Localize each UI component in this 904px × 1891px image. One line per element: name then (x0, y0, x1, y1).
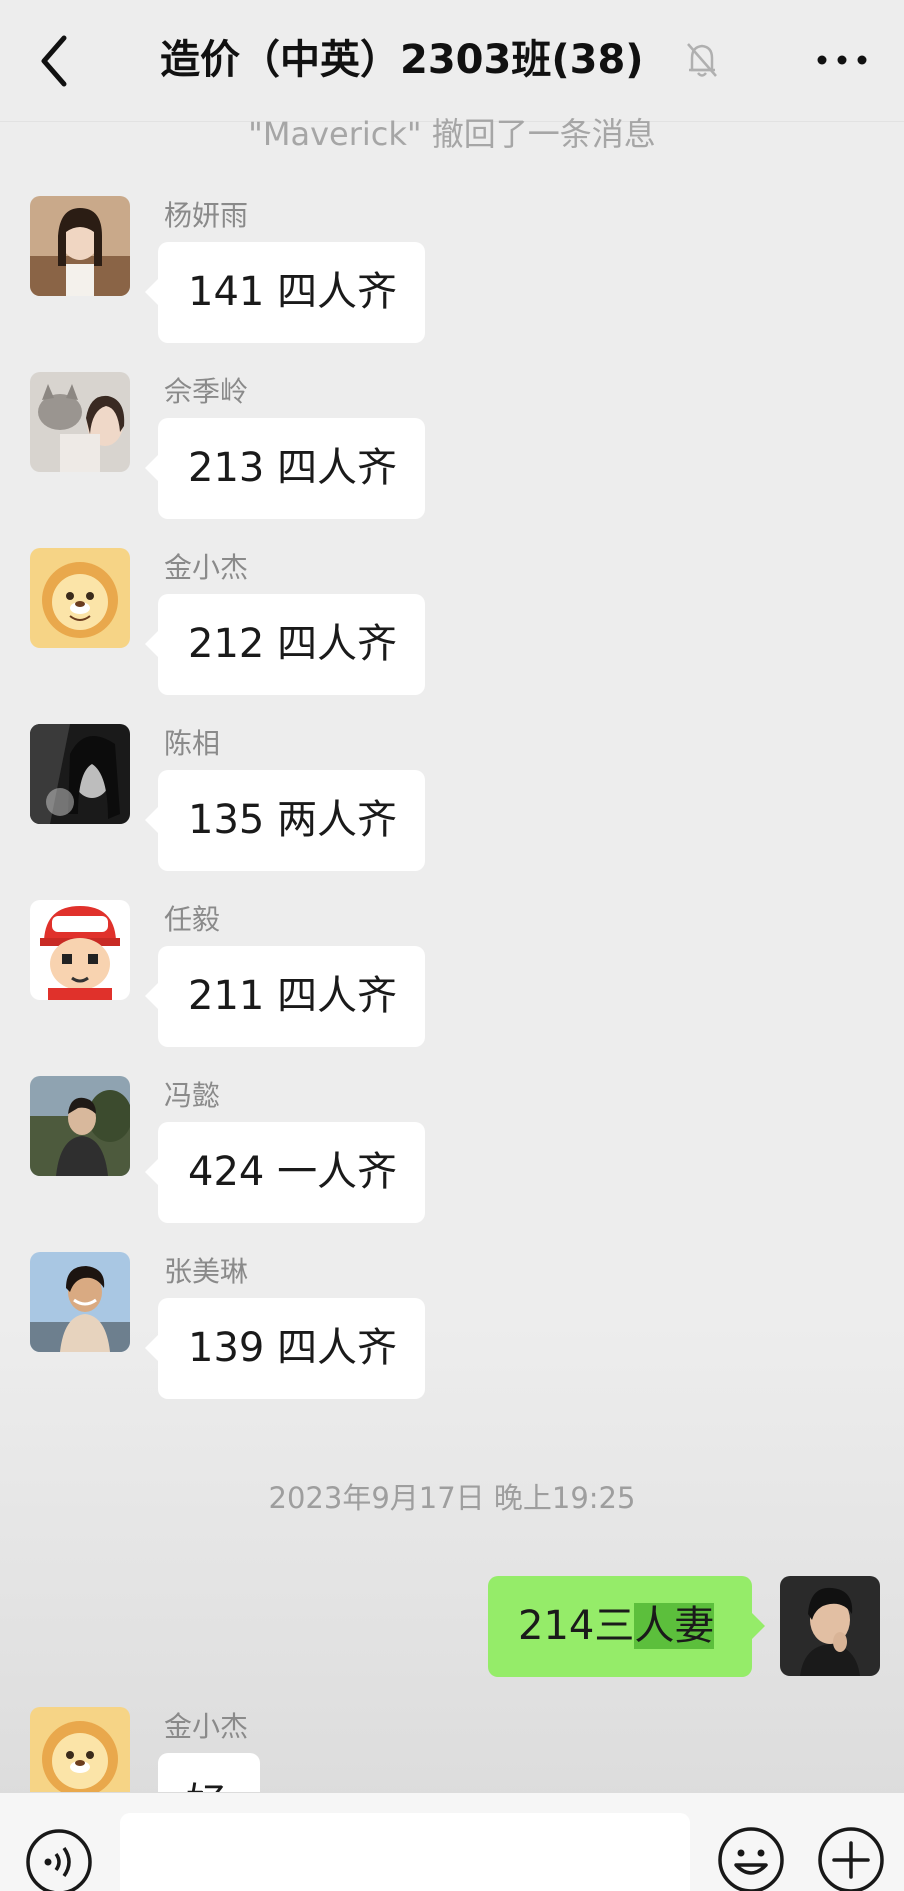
message-input[interactable] (120, 1813, 690, 1891)
more-button[interactable] (812, 48, 872, 72)
chevron-left-icon (41, 35, 67, 87)
input-bar (0, 1792, 904, 1891)
avatar[interactable] (30, 724, 130, 824)
sender-name: 金小杰 (164, 551, 249, 584)
avatar[interactable] (30, 548, 130, 648)
timestamp: 2023年9月17日 晚上19:25 (268, 1481, 636, 1515)
message-row: 金小杰 212 四人齐 (0, 548, 904, 708)
avatar[interactable] (30, 900, 130, 1000)
avatar[interactable] (30, 1076, 130, 1176)
message-row: 冯懿 424 一人齐 (0, 1076, 904, 1236)
sender-name: 任毅 (164, 903, 221, 936)
message-bubble[interactable]: 211 四人齐 (145, 946, 425, 1047)
chat-header: 造价（中英）2303班(38) (0, 0, 904, 122)
message-row: 张美琳 139 四人齐 (0, 1252, 904, 1412)
message-row: 佘季岭 213 四人齐 (0, 372, 904, 532)
sender-name: 杨妍雨 (164, 199, 249, 232)
chat-title: 造价（中英）2303班(38) (160, 37, 644, 83)
message-bubble[interactable]: 424 一人齐 (145, 1122, 425, 1223)
emoji-icon (718, 1827, 784, 1891)
message-bubble[interactable]: 141 四人齐 (145, 242, 425, 343)
message-row: 任毅 211 四人齐 (0, 900, 904, 1060)
bell-off-icon (684, 40, 720, 80)
avatar[interactable] (30, 196, 130, 296)
sender-name: 冯懿 (164, 1079, 221, 1112)
message-row: 陈相 135 两人齐 (0, 724, 904, 884)
avatar[interactable] (30, 1252, 130, 1352)
outgoing-message-row: 214三人妻 (0, 1576, 904, 1678)
sender-name: 陈相 (164, 727, 221, 760)
plus-icon (818, 1827, 884, 1891)
outgoing-bubble[interactable]: 214三人妻 (488, 1576, 765, 1677)
voice-button[interactable] (24, 1827, 94, 1891)
recall-notice: "Maverick" 撤回了一条消息 (248, 115, 656, 153)
chat-screen: 造价（中英）2303班(38) "Maverick" 撤回了一条消息 杨妍雨 1… (0, 0, 904, 1891)
back-button[interactable] (30, 26, 80, 96)
sender-name: 张美琳 (164, 1255, 249, 1288)
sender-name: 佘季岭 (164, 375, 249, 408)
my-avatar[interactable] (780, 1576, 880, 1676)
message-bubble[interactable]: 213 四人齐 (145, 418, 425, 519)
outgoing-text: 214三 (518, 1603, 635, 1649)
more-dots-icon (817, 55, 867, 65)
message-bubble[interactable]: 212 四人齐 (145, 594, 425, 695)
message-bubble[interactable]: 139 四人齐 (145, 1298, 425, 1399)
plus-button[interactable] (816, 1825, 886, 1891)
selected-text: 人妻 (634, 1603, 715, 1649)
avatar[interactable] (30, 372, 130, 472)
message-row: 杨妍雨 141 四人齐 (0, 196, 904, 356)
sender-name: 金小杰 (164, 1710, 249, 1743)
message-bubble[interactable]: 135 两人齐 (145, 770, 425, 871)
voice-icon (26, 1829, 92, 1891)
emoji-button[interactable] (716, 1825, 786, 1891)
